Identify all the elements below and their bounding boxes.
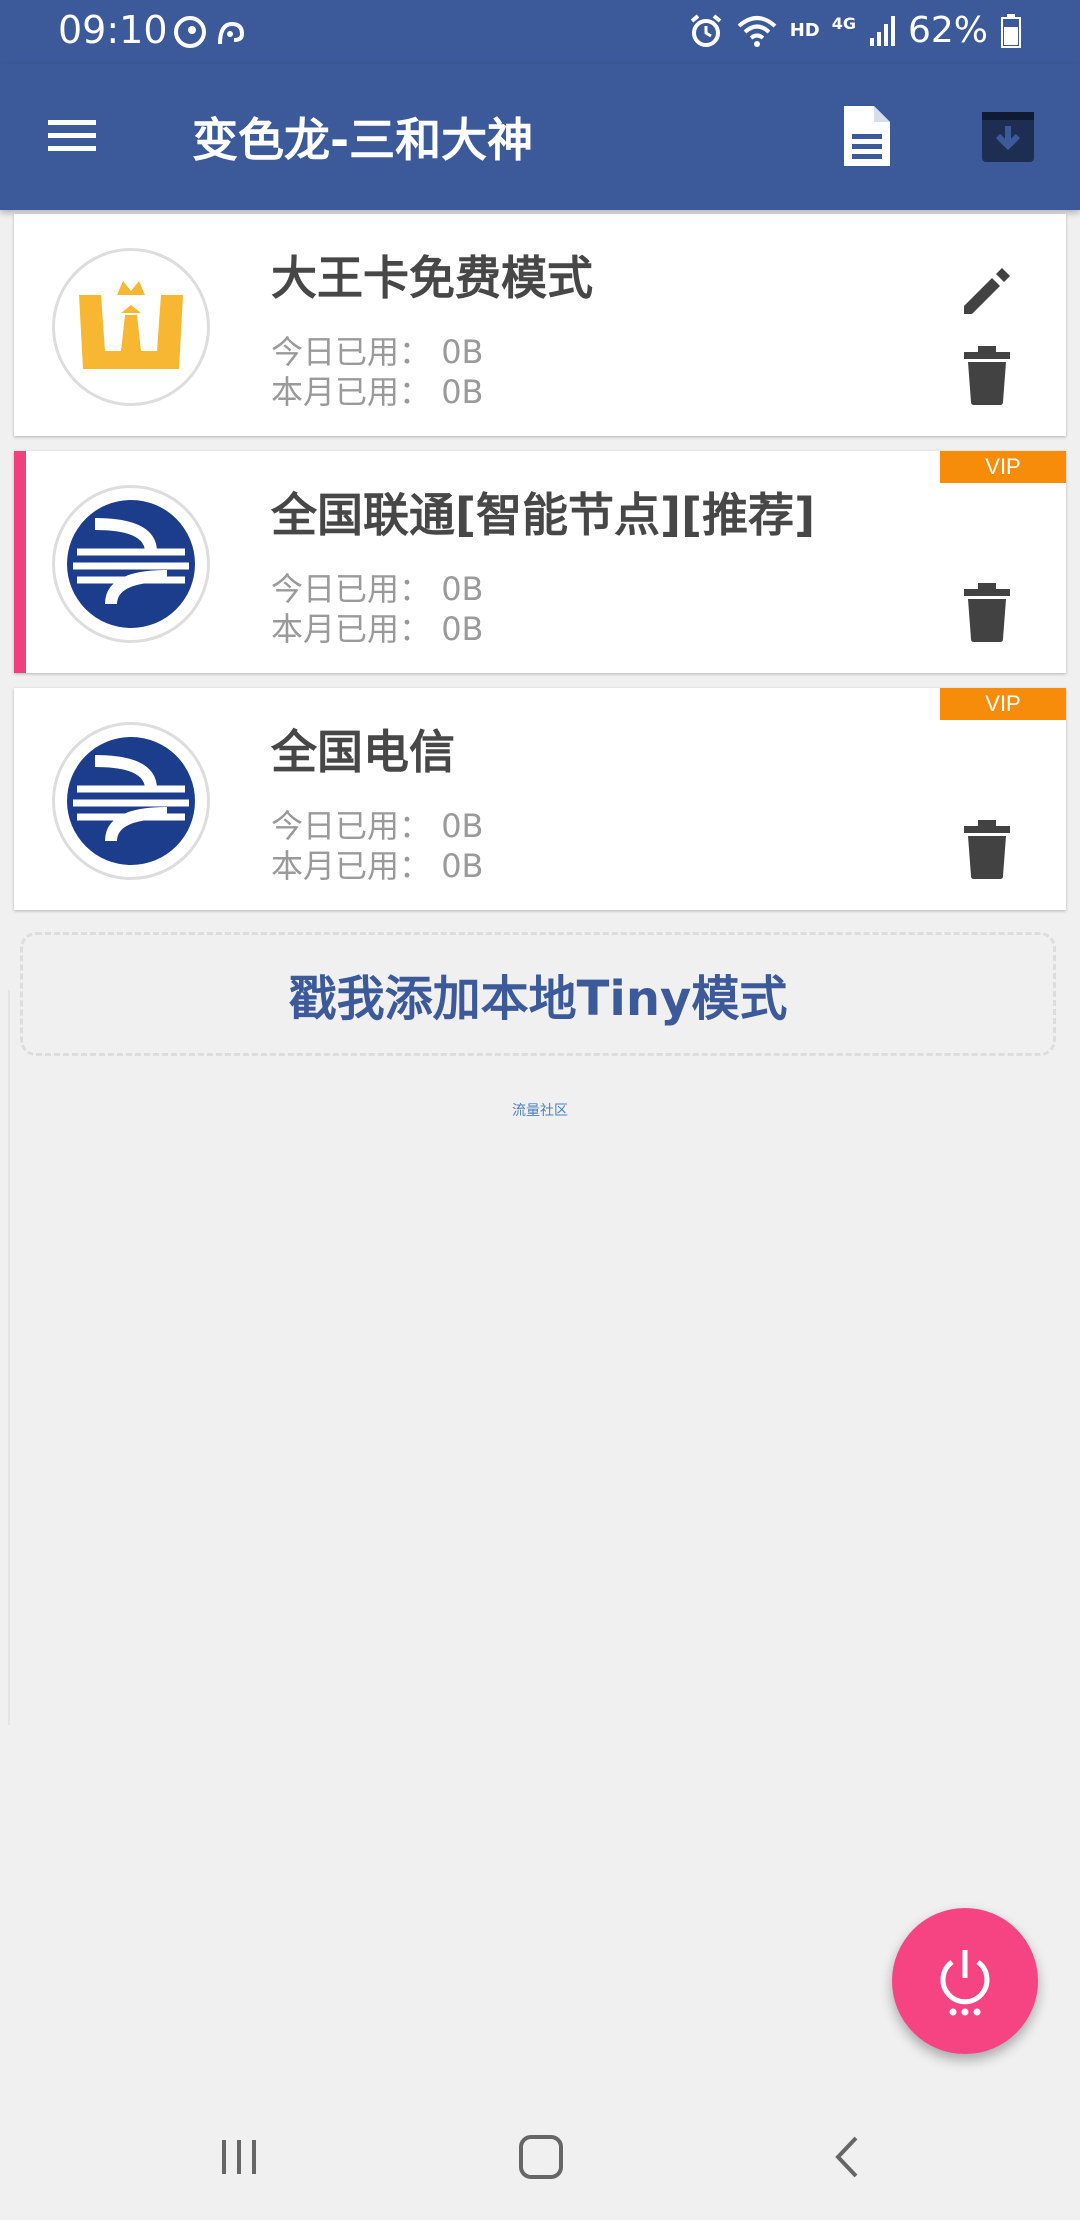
month-usage-label: 本月已用： (271, 373, 432, 411)
today-usage-label: 今日已用： (271, 333, 432, 371)
month-usage-value: 0B (441, 847, 484, 885)
hd-indicator: HD (789, 20, 820, 41)
add-local-mode-button[interactable]: 戳我添加本地Tiny模式 (20, 932, 1056, 1056)
hamburger-menu-icon (48, 120, 96, 151)
home-button[interactable] (516, 2132, 566, 2182)
delete-button[interactable] (960, 581, 1014, 643)
status-app-icons (170, 12, 250, 56)
vip-badge: VIP (940, 451, 1066, 483)
edit-button[interactable] (954, 260, 1018, 324)
today-usage-value: 0B (441, 570, 484, 608)
system-nav-bar (0, 2096, 1080, 2220)
battery-icon (1001, 13, 1021, 48)
trash-icon (964, 820, 1010, 879)
mode-card-telecom[interactable]: VIP 全国电信 今日已用： 0B 本月已用： 0B (14, 688, 1066, 910)
app-title: 变色龙-三和大神 (192, 113, 534, 167)
signal-icon (869, 15, 895, 46)
today-usage-value: 0B (441, 807, 484, 845)
unicom-logo-icon (52, 485, 210, 643)
home-icon (519, 2135, 563, 2179)
mode-card-unicom[interactable]: VIP 全国联通[智能节点][推荐] 今日已用： 0B 本月已用： 0B (14, 451, 1066, 673)
back-button[interactable] (826, 2132, 866, 2182)
vip-badge: VIP (940, 688, 1066, 720)
trash-icon (964, 346, 1010, 405)
mode-title: 全国电信 (271, 725, 455, 779)
status-time: 09:10 (58, 8, 168, 52)
archive-download-icon (982, 112, 1034, 162)
delete-button[interactable] (960, 818, 1014, 880)
mode-title: 全国联通[智能节点][推荐] (271, 488, 816, 542)
recent-apps-icon (222, 2140, 256, 2174)
month-usage-value: 0B (441, 610, 484, 648)
pencil-icon (964, 268, 1010, 314)
divider (8, 990, 10, 1725)
month-usage-label: 本月已用： (271, 610, 432, 648)
recent-apps-button[interactable] (216, 2134, 262, 2180)
battery-percent: 62% (907, 10, 988, 51)
usage-info: 今日已用： 0B 本月已用： 0B (271, 806, 484, 886)
chameleon-notification-icon (174, 16, 245, 48)
document-icon (844, 106, 890, 166)
usage-info: 今日已用： 0B 本月已用： 0B (271, 569, 484, 649)
power-icon (940, 1950, 990, 2016)
status-right: HD 4G 62% (688, 10, 1022, 51)
today-usage-label: 今日已用： (271, 570, 432, 608)
today-usage-value: 0B (441, 333, 484, 371)
unicom-logo-icon (52, 722, 210, 880)
trash-icon (964, 583, 1010, 642)
alarm-icon (690, 13, 721, 47)
menu-button[interactable] (44, 108, 104, 164)
delete-button[interactable] (960, 344, 1014, 406)
add-local-mode-label: 戳我添加本地Tiny模式 (288, 971, 788, 1027)
network-type: 4G (831, 14, 856, 33)
back-chevron-icon (835, 2136, 858, 2178)
status-bar: 09:10 HD 4G 62% (0, 0, 1080, 64)
month-usage-label: 本月已用： (271, 847, 432, 885)
power-connect-button[interactable] (892, 1908, 1038, 2054)
usage-info: 今日已用： 0B 本月已用： 0B (271, 332, 484, 412)
community-link[interactable]: 流量社区 (0, 1100, 1080, 1120)
archive-button[interactable] (978, 106, 1038, 166)
app-bar: 变色龙-三和大神 (0, 64, 1080, 210)
month-usage-value: 0B (441, 373, 484, 411)
today-usage-label: 今日已用： (271, 807, 432, 845)
document-button[interactable] (836, 102, 896, 170)
wifi-icon (737, 15, 777, 47)
mode-card-dawangka[interactable]: 大王卡免费模式 今日已用： 0B 本月已用： 0B (14, 214, 1066, 436)
mode-title: 大王卡免费模式 (271, 251, 593, 305)
crown-w-logo-icon (52, 248, 210, 406)
